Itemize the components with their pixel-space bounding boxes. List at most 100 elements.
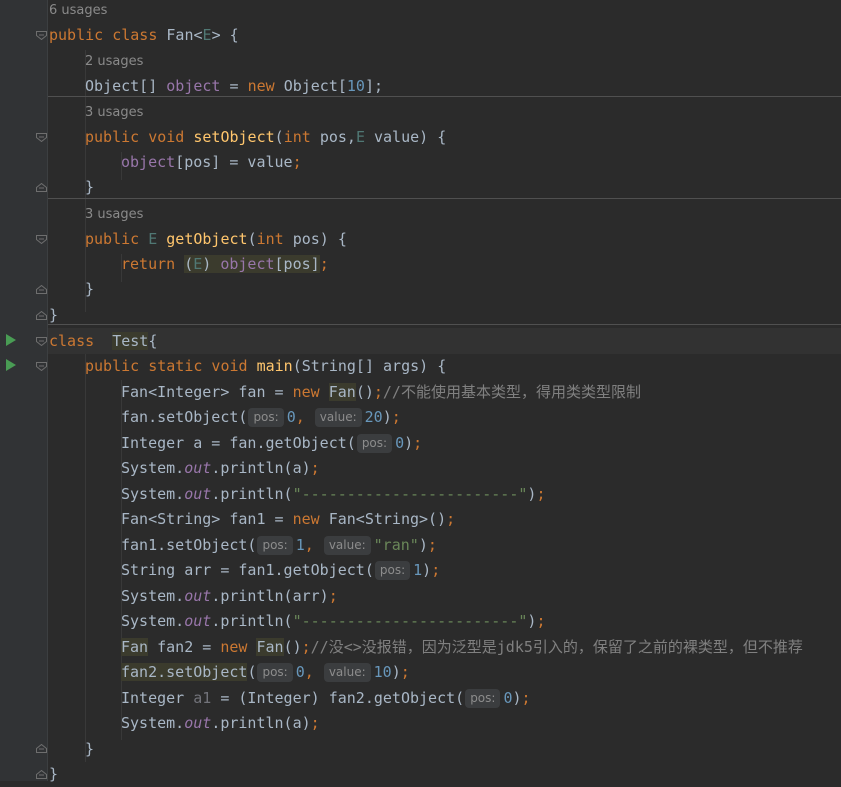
- fold-collapse-icon[interactable]: [36, 31, 47, 40]
- fold-collapse-icon[interactable]: [36, 133, 47, 142]
- raw-type-warning[interactable]: Fan: [256, 638, 284, 656]
- type-param: E: [148, 230, 158, 248]
- fold-end-icon[interactable]: [36, 183, 47, 192]
- string-literal: "------------------------": [292, 612, 528, 630]
- number-literal: 0: [395, 434, 405, 452]
- fold-collapse-icon[interactable]: [36, 235, 47, 244]
- raw-type-warning[interactable]: Fan: [121, 638, 149, 656]
- code-text: =: [220, 77, 248, 95]
- type-param: E: [202, 26, 212, 44]
- code-text: ): [512, 689, 522, 707]
- code-text: ): [404, 434, 414, 452]
- keyword: class: [49, 332, 113, 350]
- code-text: fan1.setObject(: [121, 536, 257, 554]
- fold-end-icon[interactable]: [36, 744, 47, 753]
- param-hint: pos:: [374, 561, 411, 580]
- code-text: ): [202, 255, 221, 273]
- string-literal: "ran": [373, 536, 419, 554]
- code-editor[interactable]: 6 usages 2 usages 3 usages 3 usages publ…: [48, 0, 841, 783]
- semicolon: ;: [521, 689, 531, 707]
- field-name: object: [121, 153, 176, 171]
- code-text: (: [274, 128, 284, 146]
- type-param: E: [355, 128, 365, 146]
- method-name: setObject: [193, 128, 275, 146]
- code-line: Fan fan2 = new Fan();//没<>没报错，因为泛型是jdk5引…: [121, 635, 803, 660]
- keyword: int: [256, 230, 293, 248]
- method-name: main: [256, 357, 293, 375]
- code-text: {: [148, 332, 158, 350]
- static-field: out: [184, 459, 212, 477]
- code-line-class-test: class Test{: [49, 329, 157, 354]
- code-text: ): [422, 561, 432, 579]
- unused-variable: a1: [193, 689, 212, 707]
- param-hint: pos:: [257, 663, 293, 682]
- code-text: (: [184, 255, 194, 273]
- code-text: System.: [121, 587, 185, 605]
- code-line: System.out.println("--------------------…: [121, 482, 545, 507]
- usages-hint[interactable]: 6 usages: [49, 0, 107, 22]
- code-line: System.out.println(arr);: [121, 584, 338, 609]
- semicolon: ;: [446, 510, 456, 528]
- run-main-icon[interactable]: [6, 359, 16, 371]
- code-line: System.out.println(a);: [121, 456, 320, 481]
- code-text: Fan<String>(): [328, 510, 447, 528]
- code-line: System.out.println(a);: [121, 711, 320, 736]
- static-field: out: [184, 714, 212, 732]
- fold-collapse-icon[interactable]: [36, 337, 47, 346]
- usages-hint[interactable]: 3 usages: [85, 102, 143, 124]
- code-line: fan2.setObject(pos: 0, value: 10);: [121, 660, 410, 685]
- class-name: Test: [112, 332, 149, 350]
- fold-end-icon[interactable]: [36, 311, 47, 320]
- code-text: ): [382, 408, 392, 426]
- usages-hint[interactable]: 3 usages: [85, 204, 143, 226]
- number-literal: 10: [346, 77, 365, 95]
- type-param: E: [193, 255, 203, 273]
- usages-hint[interactable]: 2 usages: [85, 51, 143, 73]
- semicolon: ;: [373, 383, 383, 401]
- method-name: getObject: [166, 230, 248, 248]
- code-text: (: [247, 663, 257, 681]
- code-text: [pos]: [274, 255, 320, 273]
- code-line: Integer a = fan.getObject(pos: 0);: [121, 431, 422, 456]
- semicolon: ;: [536, 612, 546, 630]
- fold-end-icon[interactable]: [36, 285, 47, 294]
- number-literal: 10: [373, 663, 392, 681]
- code-text: [pos] = value: [175, 153, 293, 171]
- unchecked-cast-warning[interactable]: (E) object[pos]: [184, 255, 320, 273]
- code-text: ): [418, 536, 428, 554]
- code-text: System.: [121, 459, 185, 477]
- param-hint: pos:: [248, 408, 284, 427]
- code-line-get-decl: public E getObject(int pos) {: [85, 227, 347, 252]
- code-text: pos) {: [292, 230, 347, 248]
- code-text: Integer: [121, 689, 194, 707]
- fold-end-icon[interactable]: [36, 770, 47, 779]
- code-line-close: }: [85, 740, 95, 758]
- code-text: (String[] args) {: [292, 357, 447, 375]
- code-line: Fan<String> fan1 = new Fan<String>();: [121, 507, 455, 532]
- fold-collapse-icon[interactable]: [36, 362, 47, 371]
- param-hint: value:: [314, 408, 362, 427]
- static-field: out: [184, 587, 212, 605]
- code-text: value) {: [364, 128, 447, 146]
- comma: ,: [304, 536, 323, 554]
- code-text: Object[: [283, 77, 347, 95]
- number-literal: 0: [295, 663, 305, 681]
- number-literal: 0: [286, 408, 296, 426]
- code-text: fan.setObject(: [121, 408, 248, 426]
- code-text: .println(arr): [211, 587, 329, 605]
- semicolon: ;: [427, 536, 437, 554]
- raw-type-warning[interactable]: Fan: [328, 383, 356, 401]
- number-literal: 20: [364, 408, 383, 426]
- param-hint: pos:: [465, 689, 501, 708]
- keyword: public void: [85, 128, 194, 146]
- run-class-icon[interactable]: [6, 334, 16, 346]
- comma: ,: [295, 408, 314, 426]
- semicolon: ;: [536, 485, 546, 503]
- code-text: .println(: [211, 612, 293, 630]
- code-text: String arr = fan1.getObject(: [121, 561, 374, 579]
- code-text: .println(: [211, 485, 293, 503]
- unchecked-call-warning[interactable]: fan2.setObject: [121, 663, 248, 681]
- number-literal: 1: [295, 536, 305, 554]
- code-line-set-body: object[pos] = value;: [121, 150, 302, 175]
